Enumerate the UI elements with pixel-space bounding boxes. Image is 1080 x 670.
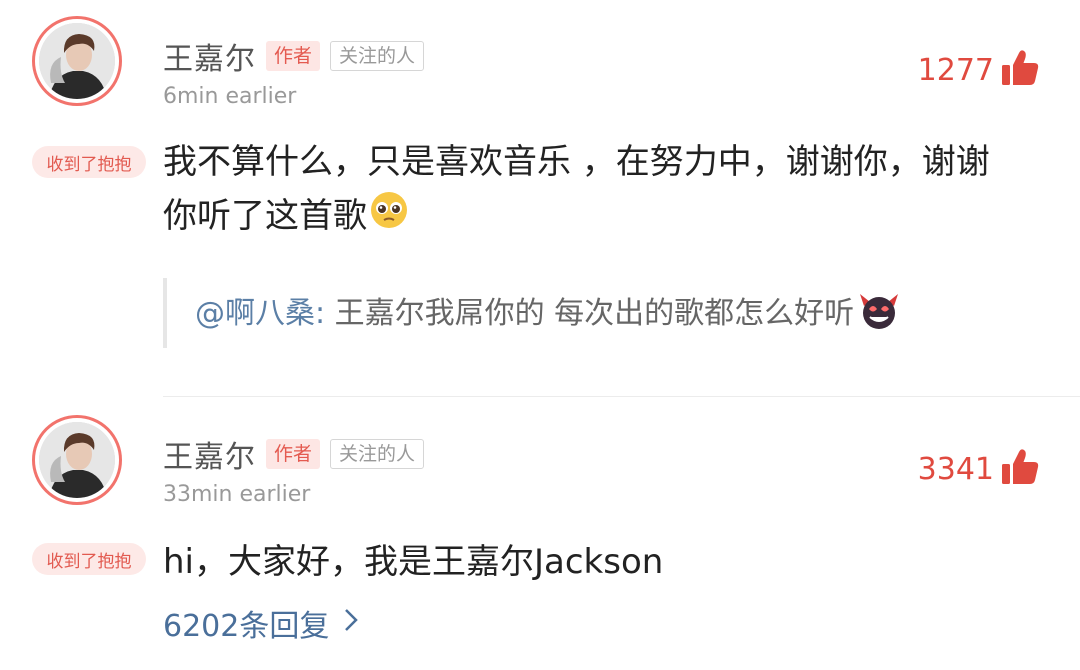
reply-count: 6202条回复	[163, 609, 330, 644]
quoted-comment-content: @啊八桑: 王嘉尔我屌你的 每次出的歌都怎么好听	[195, 288, 902, 339]
chevron-right-icon	[343, 606, 359, 641]
like-count: 3341	[917, 451, 994, 487]
avatar[interactable]	[32, 415, 122, 505]
hug-badge[interactable]: 收到了抱抱	[32, 543, 146, 575]
like-button[interactable]: 3341	[918, 447, 1040, 491]
comment-header: 王嘉尔 作者 关注的人	[163, 34, 425, 78]
view-replies-link[interactable]: 6202条回复	[163, 601, 359, 645]
avatar-image	[39, 422, 115, 498]
comment-header: 王嘉尔 作者 关注的人	[163, 432, 425, 476]
avatar-image	[39, 23, 115, 99]
timestamp: 33min earlier	[163, 482, 311, 507]
timestamp: 6min earlier	[163, 84, 297, 109]
quoted-text: 王嘉尔我屌你的 每次出的歌都怎么好听	[325, 295, 855, 331]
following-tag: 关注的人	[330, 41, 425, 71]
comment-text: hi，大家好，我是王嘉尔Jackson	[163, 542, 664, 582]
pleading-face-emoji	[369, 190, 409, 246]
comment-text: 我不算什么，只是喜欢音乐 ，在努力中，谢谢你，谢谢 你听了这首歌	[163, 135, 1053, 246]
hug-badge[interactable]: 收到了抱抱	[32, 146, 146, 178]
smiling-devil-emoji	[856, 290, 902, 338]
comment-item: 王嘉尔 作者 关注的人 33min earlier 3341 收到了抱抱 hi，…	[0, 397, 1080, 670]
author-tag: 作者	[266, 439, 321, 469]
like-button[interactable]: 1277	[918, 48, 1040, 92]
author-tag: 作者	[266, 41, 321, 71]
following-tag: 关注的人	[330, 439, 425, 469]
quoted-comment[interactable]: @啊八桑: 王嘉尔我屌你的 每次出的歌都怎么好听	[163, 278, 1027, 348]
thumbs-up-icon	[1000, 48, 1040, 92]
avatar[interactable]	[32, 16, 122, 106]
comment-text-line: 你听了这首歌	[163, 189, 1053, 246]
thumbs-up-icon	[1000, 447, 1040, 491]
username[interactable]: 王嘉尔	[163, 432, 256, 476]
quoted-username[interactable]: @啊八桑:	[195, 296, 325, 331]
comment-item: 王嘉尔 作者 关注的人 6min earlier 1277 收到了抱抱 我不算什…	[0, 0, 1080, 396]
like-count: 1277	[917, 52, 994, 88]
comment-text-line: 我不算什么，只是喜欢音乐 ，在努力中，谢谢你，谢谢	[163, 142, 990, 182]
username[interactable]: 王嘉尔	[163, 34, 256, 78]
comment-text-fragment: 你听了这首歌	[163, 196, 367, 236]
